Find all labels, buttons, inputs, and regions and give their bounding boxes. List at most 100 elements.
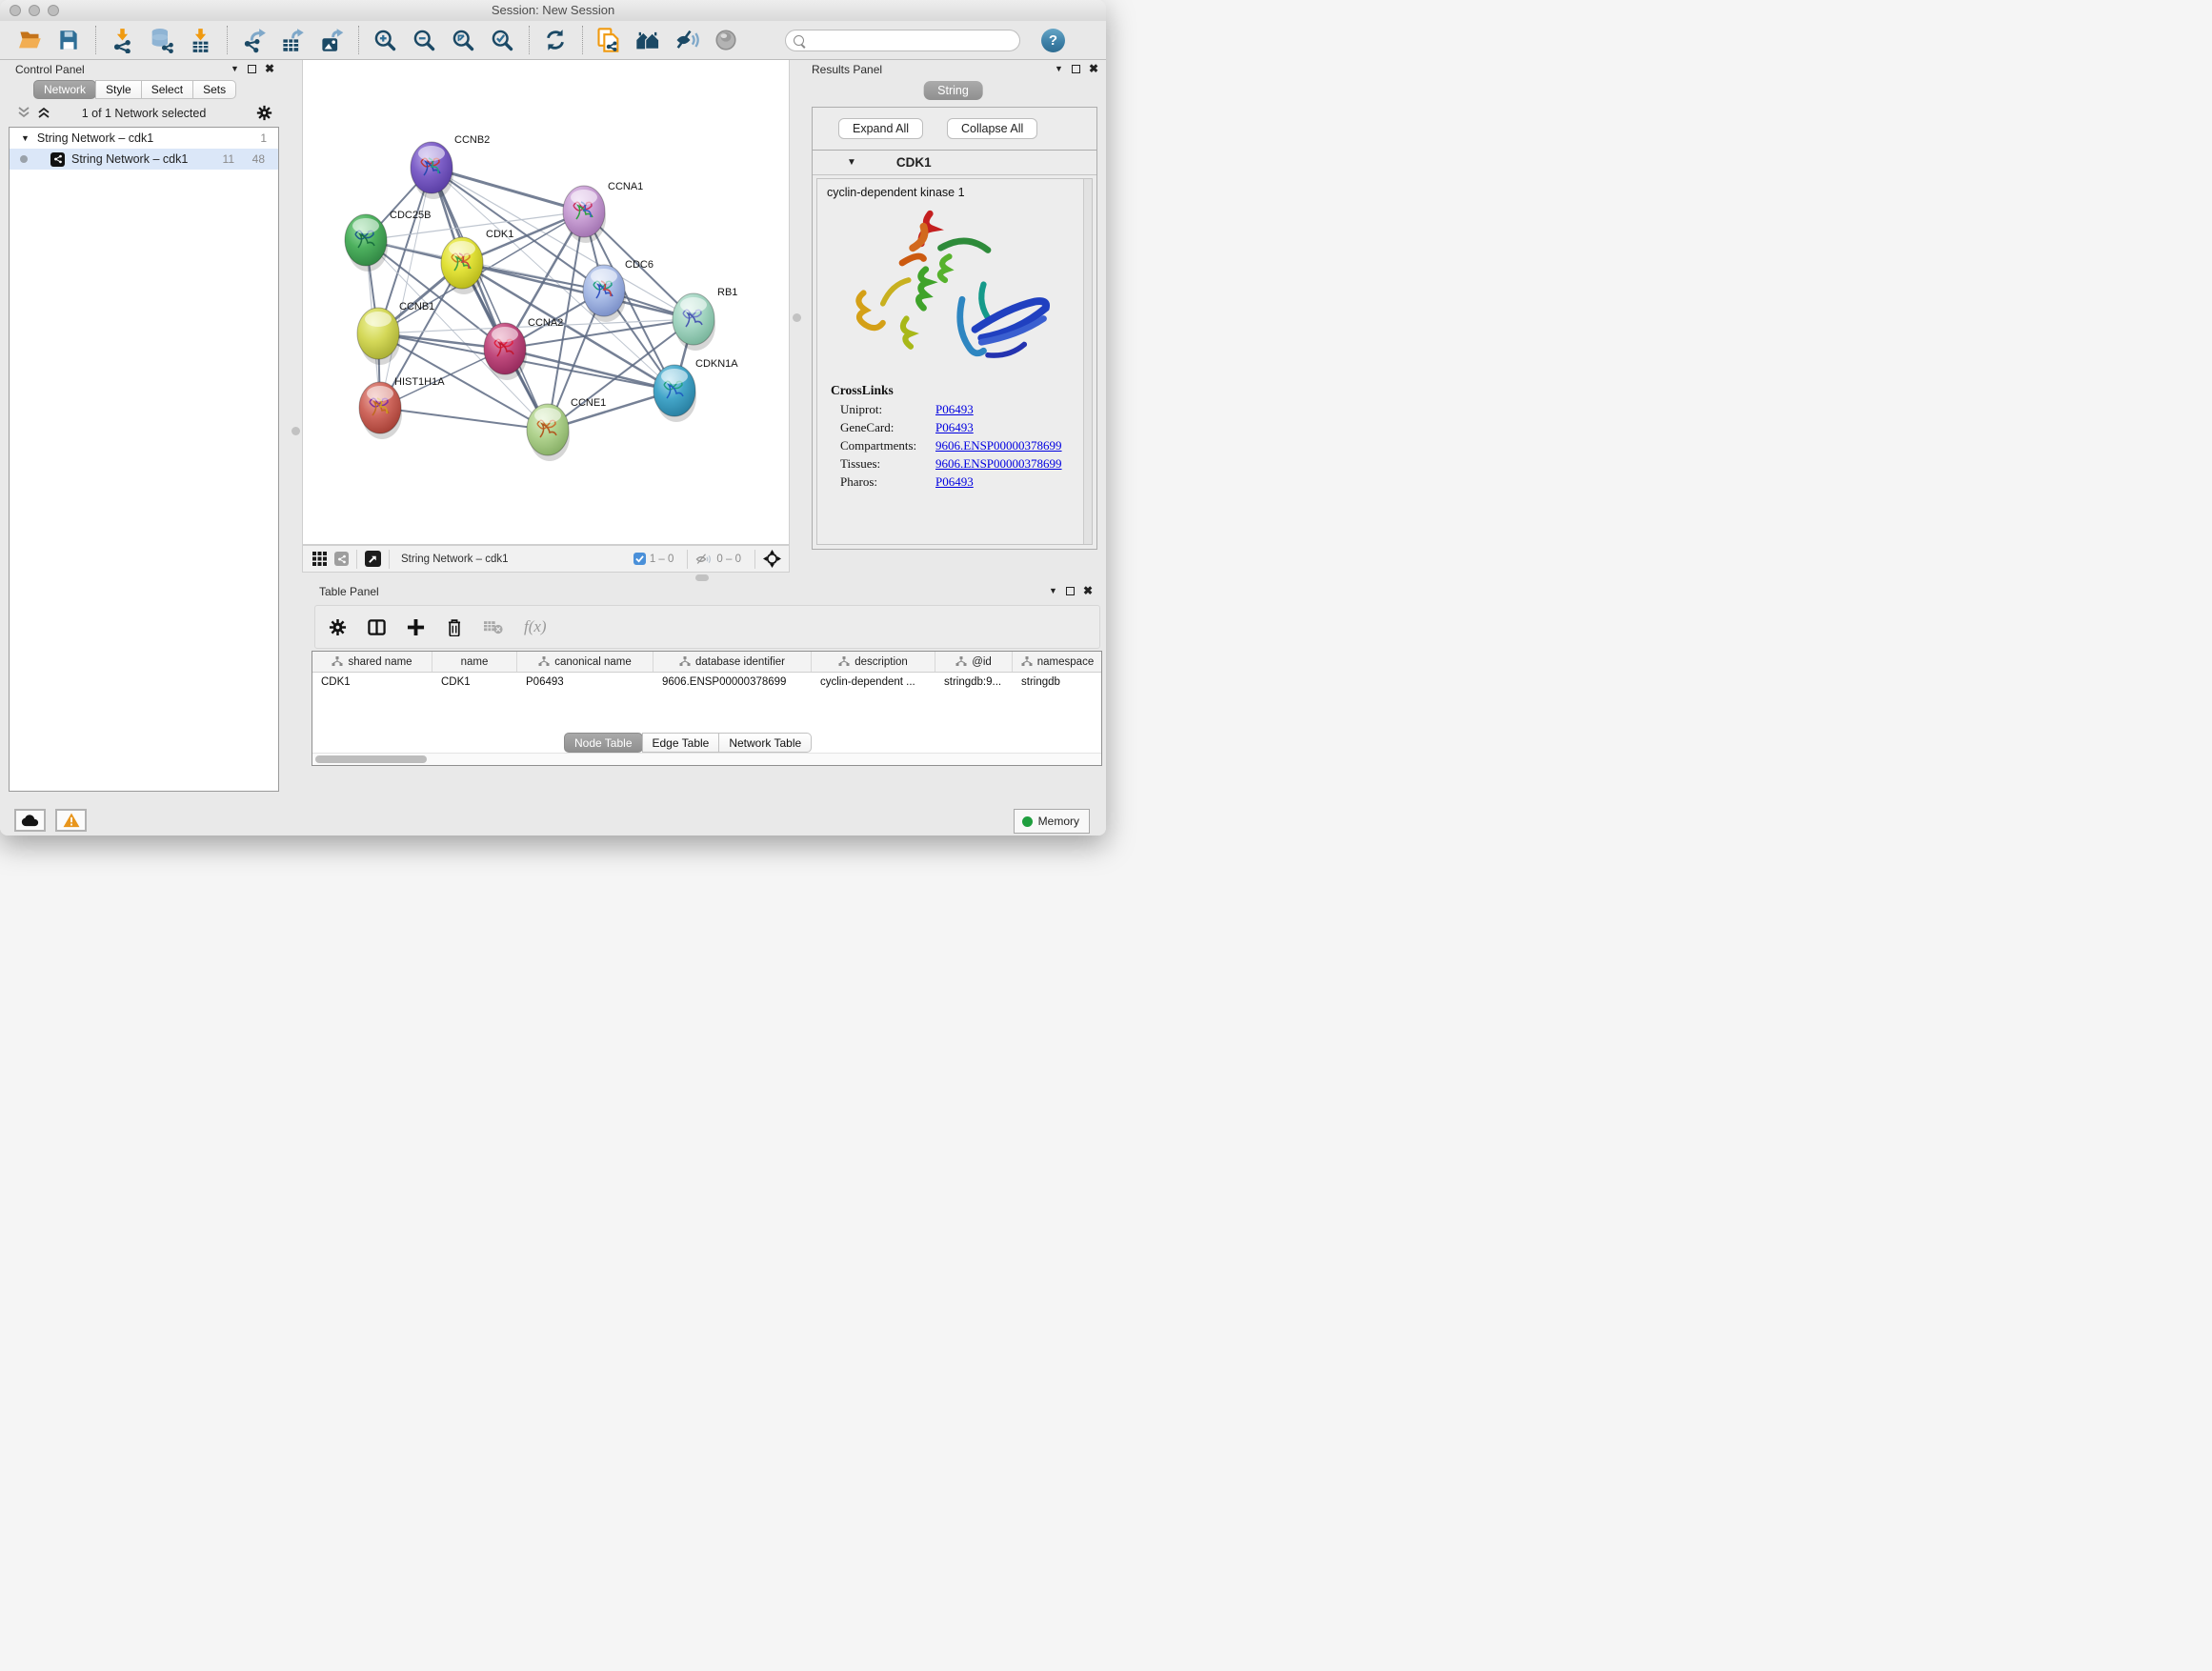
edge-CCNB2-HIST1H1A[interactable] — [380, 168, 432, 408]
tab-sets[interactable]: Sets — [192, 80, 236, 99]
export-network-button[interactable] — [237, 24, 270, 56]
tab-style[interactable]: Style — [95, 80, 142, 99]
zoom-in-button[interactable] — [369, 24, 401, 56]
collection-expand-icon[interactable]: ▼ — [21, 133, 30, 143]
node-RB1[interactable] — [673, 293, 715, 351]
new-network-from-selection-button[interactable] — [593, 24, 625, 56]
expand-all-button[interactable]: Expand All — [838, 118, 923, 139]
close-panel-icon[interactable]: ✖ — [265, 62, 274, 75]
delete-column-icon[interactable] — [446, 618, 463, 636]
entry-header[interactable]: ▼ CDK1 — [813, 151, 1096, 175]
help-button[interactable]: ? — [1041, 29, 1065, 52]
import-network-from-database-button[interactable] — [145, 24, 177, 56]
string-hide-glass-button[interactable] — [671, 24, 703, 56]
node-CCNB2[interactable] — [411, 142, 453, 199]
float-panel-icon[interactable] — [248, 65, 256, 73]
fit-crosshair-icon[interactable] — [763, 550, 781, 568]
tab-network[interactable]: Network — [33, 80, 96, 99]
close-panel-icon[interactable]: ✖ — [1083, 584, 1093, 597]
node-CCNE1[interactable] — [527, 404, 570, 461]
zoom-fit-button[interactable] — [447, 24, 479, 56]
gear-icon[interactable] — [256, 105, 272, 121]
table-cell[interactable]: CDK1 — [432, 673, 517, 692]
tab-node-table[interactable]: Node Table — [564, 733, 643, 753]
network-view-canvas[interactable]: CCNB2CCNA1CDC25BCDK1CDC6RB1CCNB1CCNA2CDK… — [302, 60, 790, 545]
column-header-description[interactable]: description — [812, 652, 935, 672]
open-session-button[interactable] — [13, 24, 46, 56]
table-cell[interactable]: 9606.ENSP00000378699 — [654, 673, 812, 692]
float-panel-icon[interactable] — [1072, 65, 1080, 73]
tab-string[interactable]: String — [923, 81, 983, 100]
zoom-selected-button[interactable] — [486, 24, 518, 56]
control-panel: Control Panel ▼ ✖ Network Style Select S… — [6, 60, 282, 797]
column-header-database-identifier[interactable]: database identifier — [654, 652, 812, 672]
node-HIST1H1A[interactable] — [359, 382, 402, 439]
search-input[interactable] — [804, 33, 1019, 47]
selected-checkbox-icon[interactable] — [633, 553, 646, 565]
splitter-handle-bottom[interactable] — [695, 574, 709, 581]
node-CDC6[interactable] — [583, 265, 626, 322]
collapse-all-button[interactable]: Collapse All — [947, 118, 1037, 139]
tab-network-table[interactable]: Network Table — [718, 733, 812, 753]
network-graph[interactable]: CCNB2CCNA1CDC25BCDK1CDC6RB1CCNB1CCNA2CDK… — [303, 60, 789, 543]
string-show-button[interactable] — [710, 24, 742, 56]
node-CCNA2[interactable] — [484, 323, 527, 380]
crosslink-link[interactable]: 9606.ENSP00000378699 — [935, 438, 1062, 453]
table-cell[interactable]: cyclin-dependent ... — [812, 673, 935, 692]
save-session-button[interactable] — [52, 24, 85, 56]
crosslink-link[interactable]: P06493 — [935, 402, 974, 417]
cloud-status-button[interactable] — [14, 809, 46, 832]
float-panel-icon[interactable] — [1066, 587, 1075, 595]
edge-HIST1H1A-CCNE1[interactable] — [380, 408, 548, 430]
collapse-panel-icon[interactable]: ▼ — [1055, 64, 1063, 73]
column-header--id[interactable]: @id — [935, 652, 1013, 672]
crosslink-link[interactable]: P06493 — [935, 474, 974, 490]
network-view-icon[interactable] — [334, 552, 349, 566]
warning-status-button[interactable] — [55, 809, 87, 832]
node-CDK1[interactable] — [441, 237, 484, 294]
node-CDKN1A[interactable] — [654, 365, 696, 422]
edge-CCNB2-CCNE1[interactable] — [432, 168, 548, 430]
network-collection-row[interactable]: ▼ String Network – cdk1 1 — [10, 128, 278, 149]
crosslink-link[interactable]: 9606.ENSP00000378699 — [935, 456, 1062, 472]
tab-edge-table[interactable]: Edge Table — [642, 733, 720, 753]
horizontal-scrollbar[interactable] — [312, 753, 1101, 765]
crosslink-link[interactable]: P06493 — [935, 420, 974, 435]
column-header-canonical-name[interactable]: canonical name — [517, 652, 654, 672]
zoom-out-button[interactable] — [408, 24, 440, 56]
import-table-button[interactable] — [184, 24, 216, 56]
export-image-button[interactable] — [315, 24, 348, 56]
birdseye-view-icon[interactable] — [365, 551, 381, 567]
node-CDC25B[interactable] — [345, 214, 388, 272]
scrollbar-thumb[interactable] — [315, 755, 427, 763]
node-CCNB1[interactable] — [357, 308, 400, 365]
cloud-icon — [21, 815, 39, 827]
tab-select[interactable]: Select — [141, 80, 193, 99]
splitter-handle-left[interactable] — [292, 427, 300, 435]
column-header-shared-name[interactable]: shared name — [312, 652, 432, 672]
table-cell[interactable]: CDK1 — [312, 673, 432, 692]
table-cell[interactable]: stringdb — [1013, 673, 1102, 692]
vertical-scrollbar[interactable] — [1083, 179, 1092, 544]
column-header-namespace[interactable]: namespace — [1013, 652, 1102, 672]
network-row[interactable]: String Network – cdk1 11 48 — [10, 149, 278, 170]
apply-style-button[interactable] — [539, 24, 572, 56]
collapse-panel-icon[interactable]: ▼ — [1049, 586, 1057, 595]
table-cell[interactable]: stringdb:9... — [935, 673, 1013, 692]
collapse-panel-icon[interactable]: ▼ — [231, 64, 239, 73]
string-entry-box: ▼ CDK1 cyclin-dependent kinase 1 — [812, 150, 1097, 550]
add-column-icon[interactable] — [407, 618, 425, 636]
column-header-name[interactable]: name — [432, 652, 517, 672]
table-data-row[interactable]: CDK1CDK1P064939606.ENSP00000378699cyclin… — [312, 673, 1101, 692]
edge-CCNB2-CCNA1[interactable] — [432, 168, 584, 211]
entry-expand-icon[interactable]: ▼ — [847, 157, 856, 168]
grid-view-icon[interactable] — [312, 552, 327, 566]
memory-button[interactable]: Memory — [1014, 809, 1090, 834]
gear-icon[interactable] — [329, 618, 347, 636]
export-table-button[interactable] — [276, 24, 309, 56]
show-columns-icon[interactable] — [368, 618, 386, 636]
close-panel-icon[interactable]: ✖ — [1089, 62, 1098, 75]
import-network-button[interactable] — [106, 24, 138, 56]
string-home-button[interactable] — [632, 24, 664, 56]
table-cell[interactable]: P06493 — [517, 673, 654, 692]
